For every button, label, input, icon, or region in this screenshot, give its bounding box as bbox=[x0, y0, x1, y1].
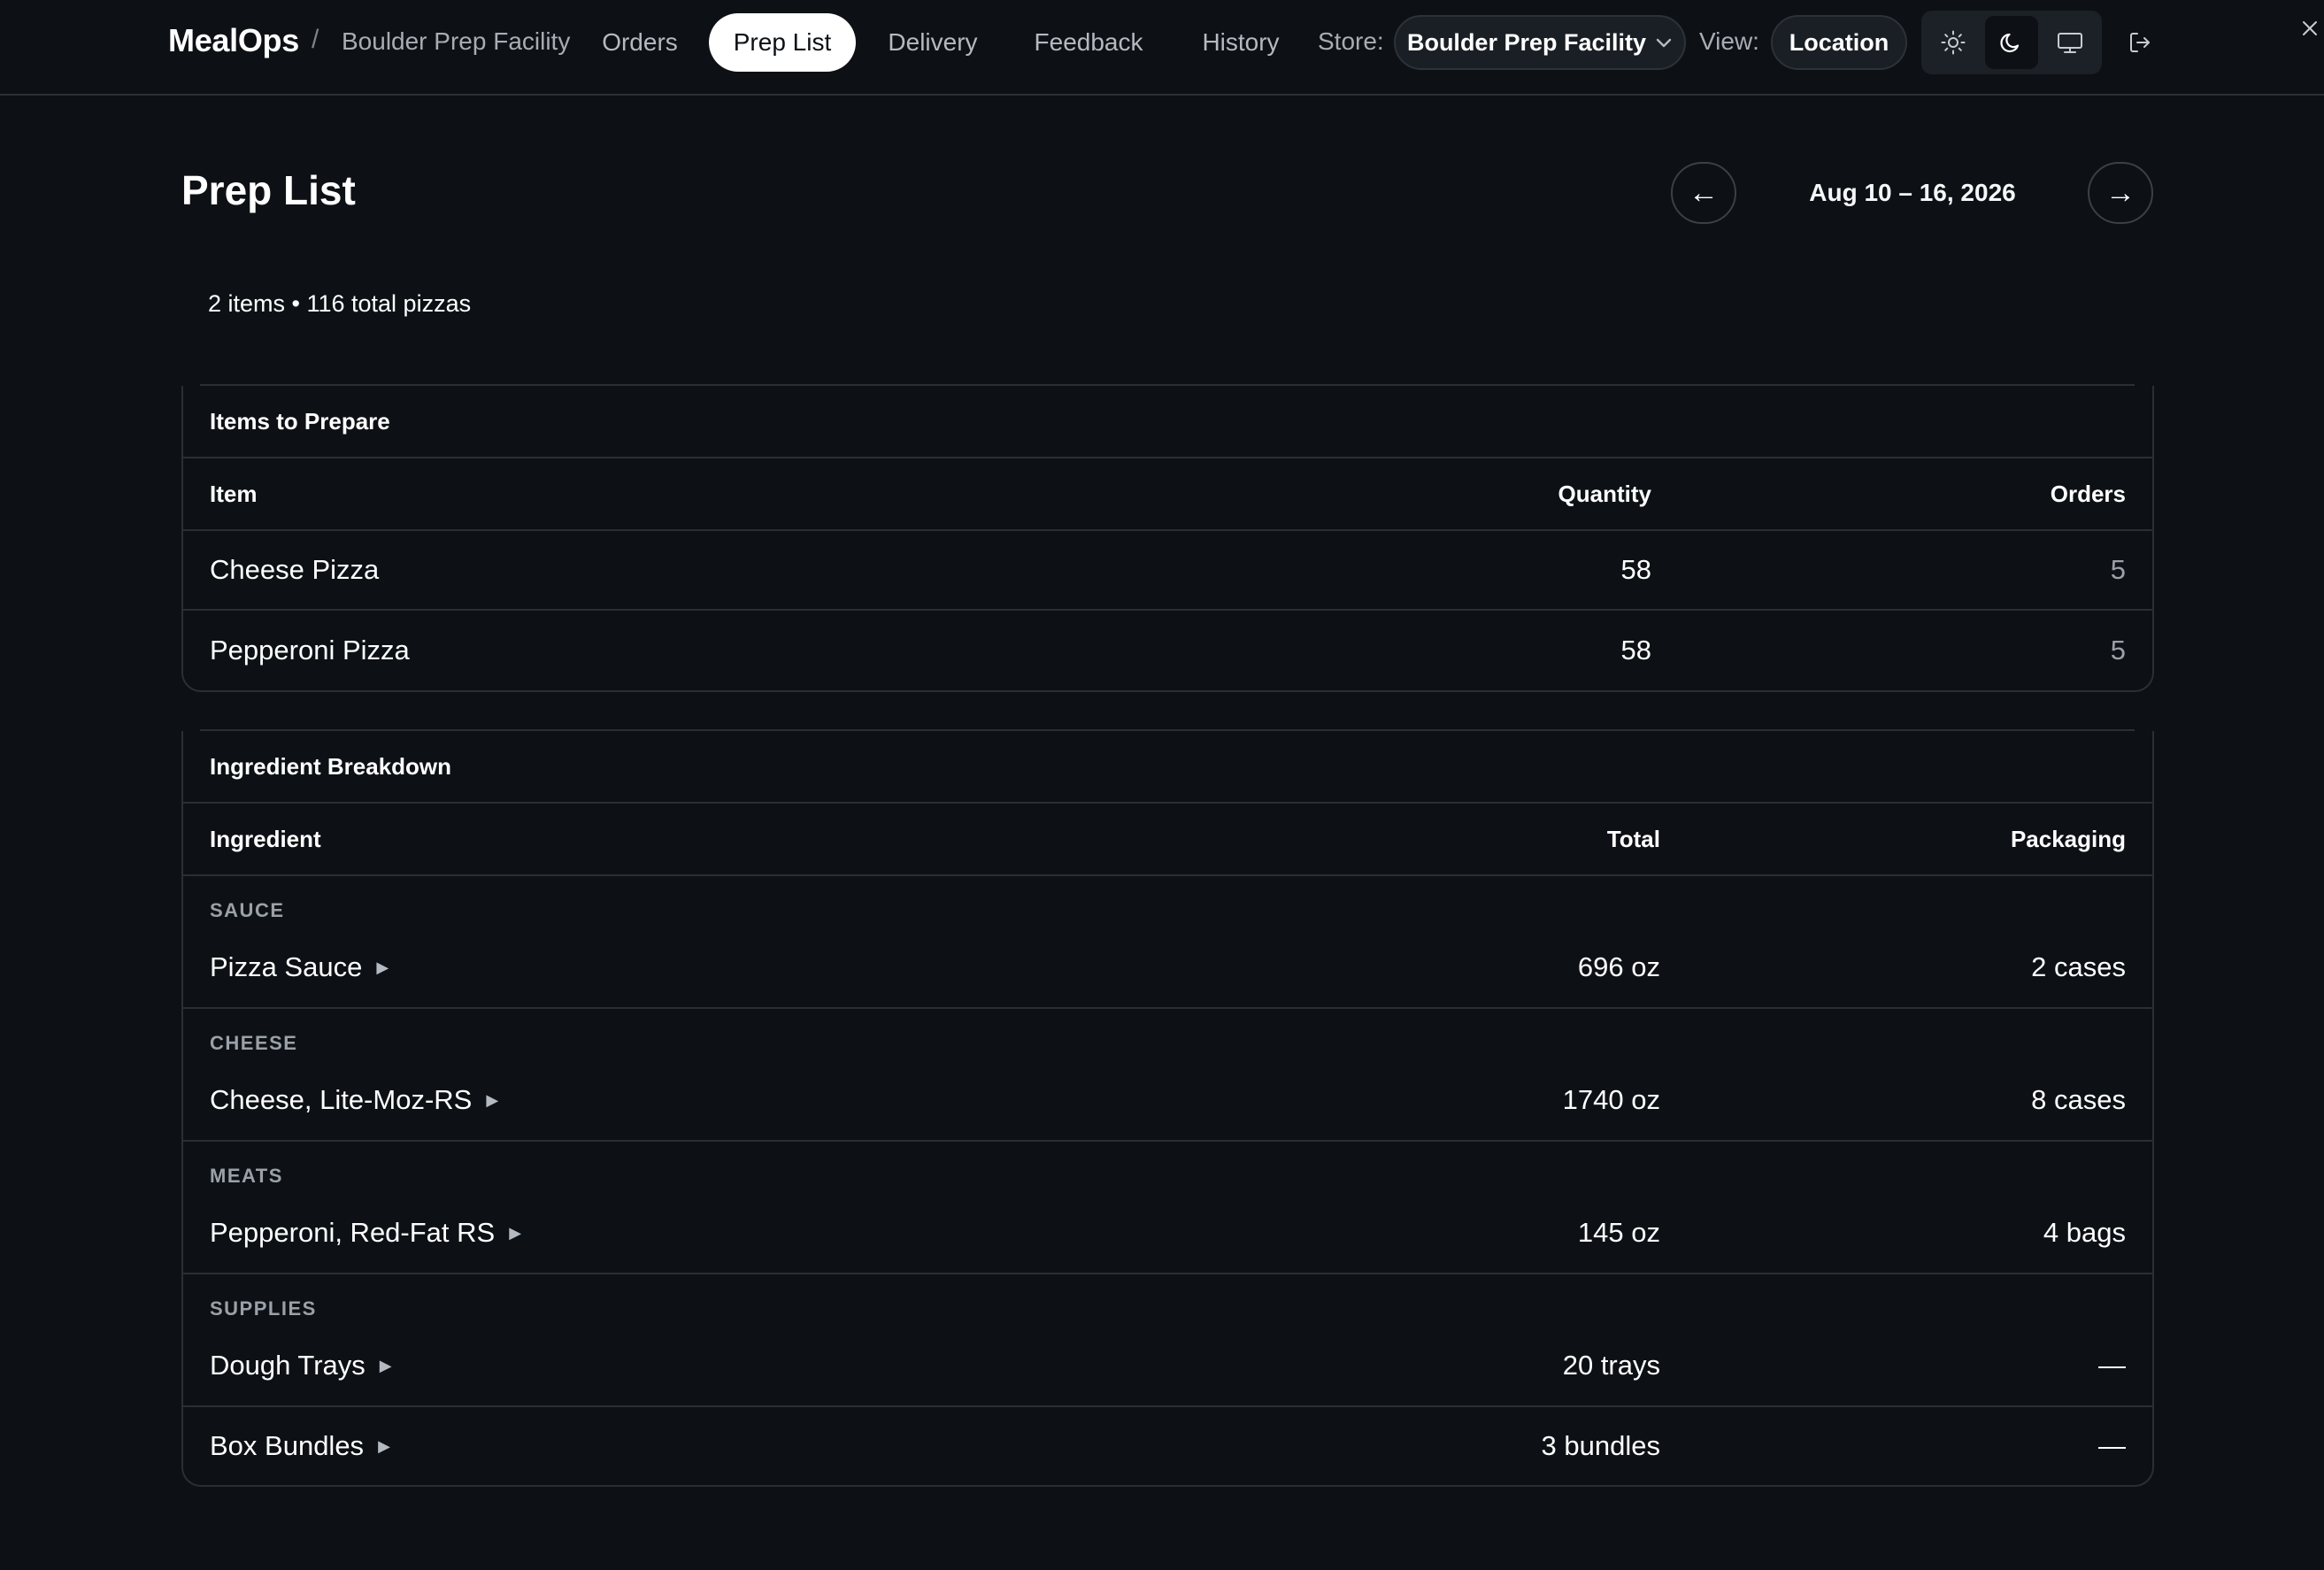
nav-prep-list[interactable]: Prep List bbox=[709, 13, 856, 72]
table-row: Cheese Pizza 58 5 bbox=[183, 531, 2152, 611]
item-name: Cheese Pizza bbox=[210, 554, 380, 585]
ingredient-total: 145 oz bbox=[1577, 1217, 1660, 1248]
category-label: SAUCE bbox=[210, 899, 285, 921]
item-orders: 5 bbox=[2110, 635, 2126, 666]
column-header-ingredient: Ingredient bbox=[210, 825, 321, 852]
column-header-item: Item bbox=[210, 480, 258, 507]
sun-icon[interactable] bbox=[1927, 16, 1980, 69]
category-label: SUPPLIES bbox=[210, 1297, 317, 1320]
list-item: Pizza Sauce ▶ 696 oz 2 cases bbox=[183, 927, 2152, 1007]
column-header-orders: Orders bbox=[2050, 480, 2126, 507]
item-quantity: 58 bbox=[1620, 635, 1651, 666]
ingredient-name: Pepperoni, Red-Fat RS bbox=[210, 1217, 496, 1248]
logout-icon[interactable] bbox=[2120, 25, 2159, 60]
ingredient-name: Cheese, Lite-Moz-RS bbox=[210, 1084, 473, 1115]
theme-switcher bbox=[1921, 11, 2102, 74]
top-nav-bar: MealOps / Boulder Prep Facility Orders P… bbox=[0, 0, 2324, 96]
column-header-total: Total bbox=[1606, 825, 1660, 852]
column-header-packaging: Packaging bbox=[2010, 825, 2126, 852]
summary-text: 2 items • 116 total pizzas bbox=[208, 290, 472, 317]
table-header: Item Quantity Orders bbox=[183, 458, 2152, 531]
list-item: Box Bundles ▶ 3 bundles — bbox=[183, 1405, 2152, 1485]
monitor-icon[interactable] bbox=[2043, 16, 2097, 69]
list-item: Pepperoni, Red-Fat RS ▶ 145 oz 4 bags bbox=[183, 1193, 2152, 1273]
chevron-down-icon bbox=[1655, 36, 1673, 49]
ingredient-packaging: — bbox=[2098, 1350, 2126, 1381]
ingredient-total: 20 trays bbox=[1562, 1350, 1660, 1381]
items-card-title: Items to Prepare bbox=[183, 386, 2152, 458]
date-range: Aug 10 – 16, 2026 bbox=[1809, 179, 2016, 206]
nav-orders[interactable]: Orders bbox=[588, 13, 692, 72]
ingredient-name: Box Bundles bbox=[210, 1430, 365, 1461]
list-item: Dough Trays ▶ 20 trays — bbox=[183, 1326, 2152, 1405]
arrow-left-icon: ← bbox=[1689, 175, 1719, 210]
table-header: Ingredient Total Packaging bbox=[183, 804, 2152, 876]
breadcrumb-location[interactable]: Boulder Prep Facility bbox=[342, 27, 570, 56]
page-title: Prep List bbox=[181, 167, 356, 213]
table-row: Pepperoni Pizza 58 5 bbox=[183, 611, 2152, 690]
ingredient-total: 3 bundles bbox=[1541, 1430, 1660, 1461]
ingredients-card-title: Ingredient Breakdown bbox=[183, 731, 2152, 804]
ingredient-name: Dough Trays bbox=[210, 1350, 366, 1381]
store-select-value: Boulder Prep Facility bbox=[1406, 28, 1647, 56]
expand-icon[interactable]: ▶ bbox=[380, 1357, 392, 1375]
store-select[interactable]: Boulder Prep Facility bbox=[1394, 15, 1686, 70]
moon-icon[interactable] bbox=[1985, 16, 2038, 69]
previous-week-button[interactable]: ← bbox=[1671, 162, 1736, 224]
expand-icon[interactable]: ▶ bbox=[376, 958, 389, 977]
brand-logo[interactable]: MealOps bbox=[168, 22, 299, 59]
ingredient-group-cheese: CHEESE Cheese, Lite-Moz-RS ▶ 1740 oz 8 c… bbox=[183, 1009, 2152, 1142]
next-week-button[interactable]: → bbox=[2088, 162, 2153, 224]
item-orders: 5 bbox=[2110, 554, 2126, 585]
ingredient-group-supplies: SUPPLIES Dough Trays ▶ 20 trays — Box Bu… bbox=[183, 1274, 2152, 1485]
store-label: Store: bbox=[1318, 27, 1384, 55]
category-label: CHEESE bbox=[210, 1032, 298, 1054]
view-select[interactable]: Location bbox=[1771, 15, 1907, 70]
ingredient-packaging: 4 bags bbox=[2043, 1217, 2126, 1248]
column-header-quantity: Quantity bbox=[1558, 480, 1651, 507]
ingredient-total: 696 oz bbox=[1577, 951, 1660, 982]
expand-icon[interactable]: ▶ bbox=[378, 1437, 390, 1456]
ingredients-card: Ingredient Breakdown Ingredient Total Pa… bbox=[181, 731, 2154, 1487]
item-quantity: 58 bbox=[1620, 554, 1651, 585]
item-name: Pepperoni Pizza bbox=[210, 635, 410, 666]
ingredient-total: 1740 oz bbox=[1562, 1084, 1660, 1115]
nav-delivery[interactable]: Delivery bbox=[873, 13, 992, 72]
items-card: Items to Prepare Item Quantity Orders Ch… bbox=[181, 386, 2154, 692]
expand-icon[interactable]: ▶ bbox=[509, 1224, 521, 1243]
ingredient-packaging: 8 cases bbox=[2031, 1084, 2126, 1115]
nav-history[interactable]: History bbox=[1186, 13, 1296, 72]
ingredient-group-sauce: SAUCE Pizza Sauce ▶ 696 oz 2 cases bbox=[183, 876, 2152, 1009]
ingredient-name: Pizza Sauce bbox=[210, 951, 363, 982]
close-icon[interactable] bbox=[2297, 16, 2322, 41]
view-select-value: Location bbox=[1789, 28, 1889, 56]
expand-icon[interactable]: ▶ bbox=[486, 1091, 498, 1110]
ingredient-packaging: 2 cases bbox=[2031, 951, 2126, 982]
view-label: View: bbox=[1699, 27, 1759, 55]
ingredient-packaging: — bbox=[2098, 1430, 2126, 1461]
arrow-right-icon: → bbox=[2105, 175, 2135, 210]
list-item: Cheese, Lite-Moz-RS ▶ 1740 oz 8 cases bbox=[183, 1060, 2152, 1140]
category-label: MEATS bbox=[210, 1165, 283, 1187]
nav-feedback[interactable]: Feedback bbox=[1020, 13, 1158, 72]
breadcrumb-separator: / bbox=[312, 25, 319, 54]
ingredient-group-meats: MEATS Pepperoni, Red-Fat RS ▶ 145 oz 4 b… bbox=[183, 1142, 2152, 1274]
